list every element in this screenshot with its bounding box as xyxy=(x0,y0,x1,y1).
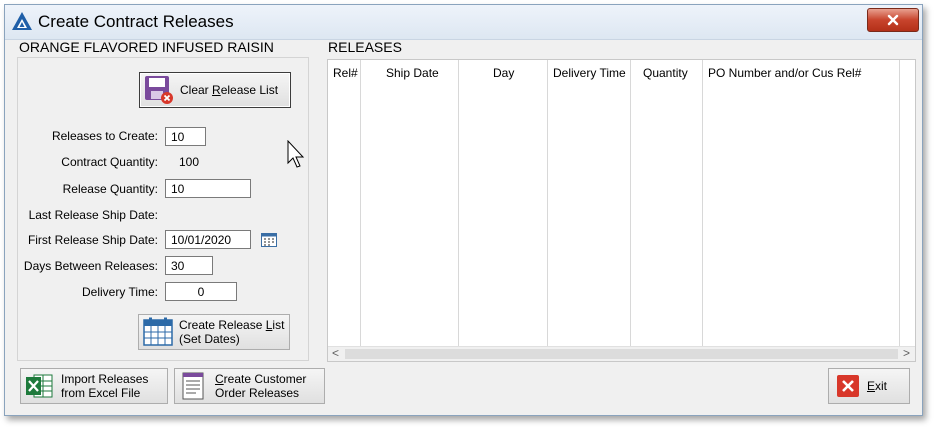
release-settings-panel: Clear Release List Releases to Create: 1… xyxy=(17,57,309,361)
scrollbar-thumb[interactable] xyxy=(345,349,898,359)
column-header-ship-date[interactable]: Ship Date xyxy=(386,66,439,80)
column-header-day[interactable]: Day xyxy=(493,66,514,80)
import-releases-button[interactable]: Import Releases from Excel File xyxy=(20,368,168,404)
app-logo-icon xyxy=(12,12,32,30)
mouse-cursor-icon xyxy=(287,140,305,168)
horizontal-scrollbar[interactable]: < > xyxy=(328,346,915,361)
releases-table[interactable]: Rel# Ship Date Day Delivery Time Quantit… xyxy=(327,59,916,362)
create-customer-order-releases-button[interactable]: Create Customer Order Releases xyxy=(174,368,325,404)
window-title: Create Contract Releases xyxy=(38,12,234,31)
window: Create Contract Releases ORANGE FLAVORED… xyxy=(4,4,923,416)
close-icon xyxy=(887,14,899,26)
excel-icon xyxy=(26,374,53,398)
column-header-delivery-time[interactable]: Delivery Time xyxy=(553,66,626,80)
delivery-time-label: Delivery Time: xyxy=(81,285,158,299)
create-release-list-label: Create Release List (Set Dates) xyxy=(179,318,285,346)
scroll-right-icon[interactable]: > xyxy=(903,346,910,360)
exit-icon xyxy=(837,375,859,397)
clear-release-list-button[interactable]: Clear Release List xyxy=(139,72,291,108)
contract-quantity-value: 100 xyxy=(179,155,200,169)
column-header-quantity[interactable]: Quantity xyxy=(643,66,688,80)
exit-label: Exit xyxy=(867,379,888,393)
close-button[interactable] xyxy=(867,8,919,32)
title-bar[interactable]: Create Contract Releases xyxy=(5,5,922,40)
days-between-releases-input[interactable]: 30 xyxy=(165,256,213,275)
column-header-rel[interactable]: Rel# xyxy=(333,66,358,80)
document-list-icon xyxy=(182,372,204,400)
release-quantity-input[interactable]: 10 xyxy=(165,179,251,198)
column-rel: Rel# xyxy=(328,60,361,348)
clear-disk-icon xyxy=(145,76,173,104)
releases-to-create-label: Releases to Create: xyxy=(51,129,158,143)
scroll-left-icon[interactable]: < xyxy=(332,346,339,360)
clear-release-list-label: Clear Release List xyxy=(180,83,279,97)
days-between-releases-label: Days Between Releases: xyxy=(23,259,158,273)
import-releases-label: Import Releases from Excel File xyxy=(61,372,149,400)
product-name: ORANGE FLAVORED INFUSED RAISIN xyxy=(19,39,274,55)
contract-quantity-label: Contract Quantity: xyxy=(61,155,158,169)
exit-button[interactable]: Exit xyxy=(828,368,910,404)
releases-heading: RELEASES xyxy=(328,39,402,55)
delivery-time-input[interactable]: 0 xyxy=(165,282,237,301)
column-delivery-time: Delivery Time xyxy=(548,60,631,348)
create-release-list-button[interactable]: Create Release List (Set Dates) xyxy=(138,314,290,350)
column-po-number: PO Number and/or Cus Rel# xyxy=(703,60,900,348)
calendar-icon xyxy=(143,317,173,346)
create-customer-order-releases-label: Create Customer Order Releases xyxy=(215,372,307,400)
first-release-ship-date-input[interactable]: 10/01/2020 xyxy=(165,230,251,249)
column-quantity: Quantity xyxy=(631,60,703,348)
column-day: Day xyxy=(459,60,548,348)
last-release-ship-date-label: Last Release Ship Date: xyxy=(28,208,158,222)
first-release-ship-date-label: First Release Ship Date: xyxy=(27,233,158,247)
calendar-picker-icon[interactable] xyxy=(261,231,277,247)
releases-to-create-input[interactable]: 10 xyxy=(165,127,206,146)
column-ship-date: Ship Date xyxy=(361,60,459,348)
release-quantity-label: Release Quantity: xyxy=(62,182,158,196)
column-header-po-number[interactable]: PO Number and/or Cus Rel# xyxy=(708,66,861,80)
